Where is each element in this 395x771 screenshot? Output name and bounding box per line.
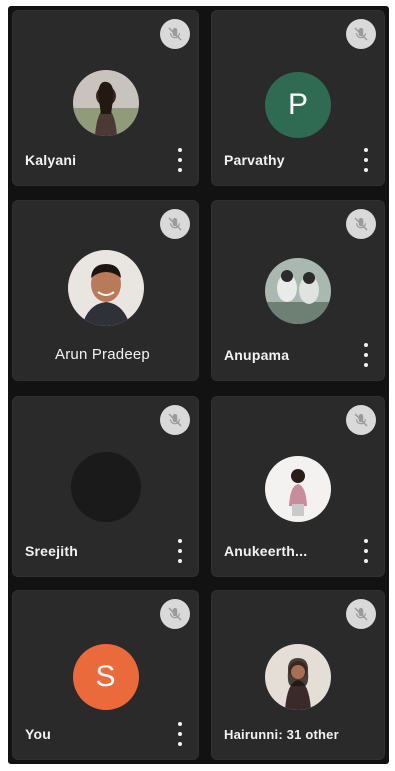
avatar [265,644,331,710]
mic-off-icon[interactable] [346,599,376,629]
participant-tile-you[interactable]: S You [12,590,199,760]
more-vertical-icon[interactable] [175,722,185,746]
participant-tile-parvathy[interactable]: P Parvathy [211,10,385,186]
participant-tile-sreejith[interactable]: Sreejith [12,396,199,577]
more-vertical-icon[interactable] [361,148,371,172]
mic-off-icon[interactable] [346,209,376,239]
avatar [265,258,331,324]
participant-tile-arun-pradeep[interactable]: Arun Pradeep [12,200,199,381]
participant-name: Hairunni: 31 other [224,727,339,742]
participant-name: Anupama [224,347,290,363]
more-vertical-icon[interactable] [361,539,371,563]
more-vertical-icon[interactable] [361,343,371,367]
participant-name: Sreejith [25,543,78,559]
participant-tile-kalyani[interactable]: Kalyani [12,10,199,186]
mic-off-icon[interactable] [346,19,376,49]
participant-tile-anupama[interactable]: Anupama [211,200,385,381]
participant-name: You [25,726,52,742]
avatar: P [265,72,331,138]
avatar: S [72,644,139,710]
avatar [70,452,141,522]
more-vertical-icon[interactable] [175,148,185,172]
mic-off-icon[interactable] [346,405,376,435]
mic-off-icon[interactable] [160,19,190,49]
mic-off-icon[interactable] [160,599,190,629]
mic-off-icon[interactable] [160,405,190,435]
avatar [67,250,144,326]
avatar [72,70,139,136]
participant-name: Anukeerth... [224,543,308,559]
meeting-grid: Kalyani P Parvathy Arun Pradeep Anupama … [8,6,389,764]
more-vertical-icon[interactable] [175,539,185,563]
participant-name: Kalyani [25,152,77,168]
participant-name: Arun Pradeep [55,346,150,363]
avatar [265,456,331,522]
mic-off-icon[interactable] [160,209,190,239]
participant-name: Parvathy [224,152,285,168]
participant-tile-others[interactable]: Hairunni: 31 other [211,590,385,760]
participant-tile-anukeerth[interactable]: Anukeerth... [211,396,385,577]
